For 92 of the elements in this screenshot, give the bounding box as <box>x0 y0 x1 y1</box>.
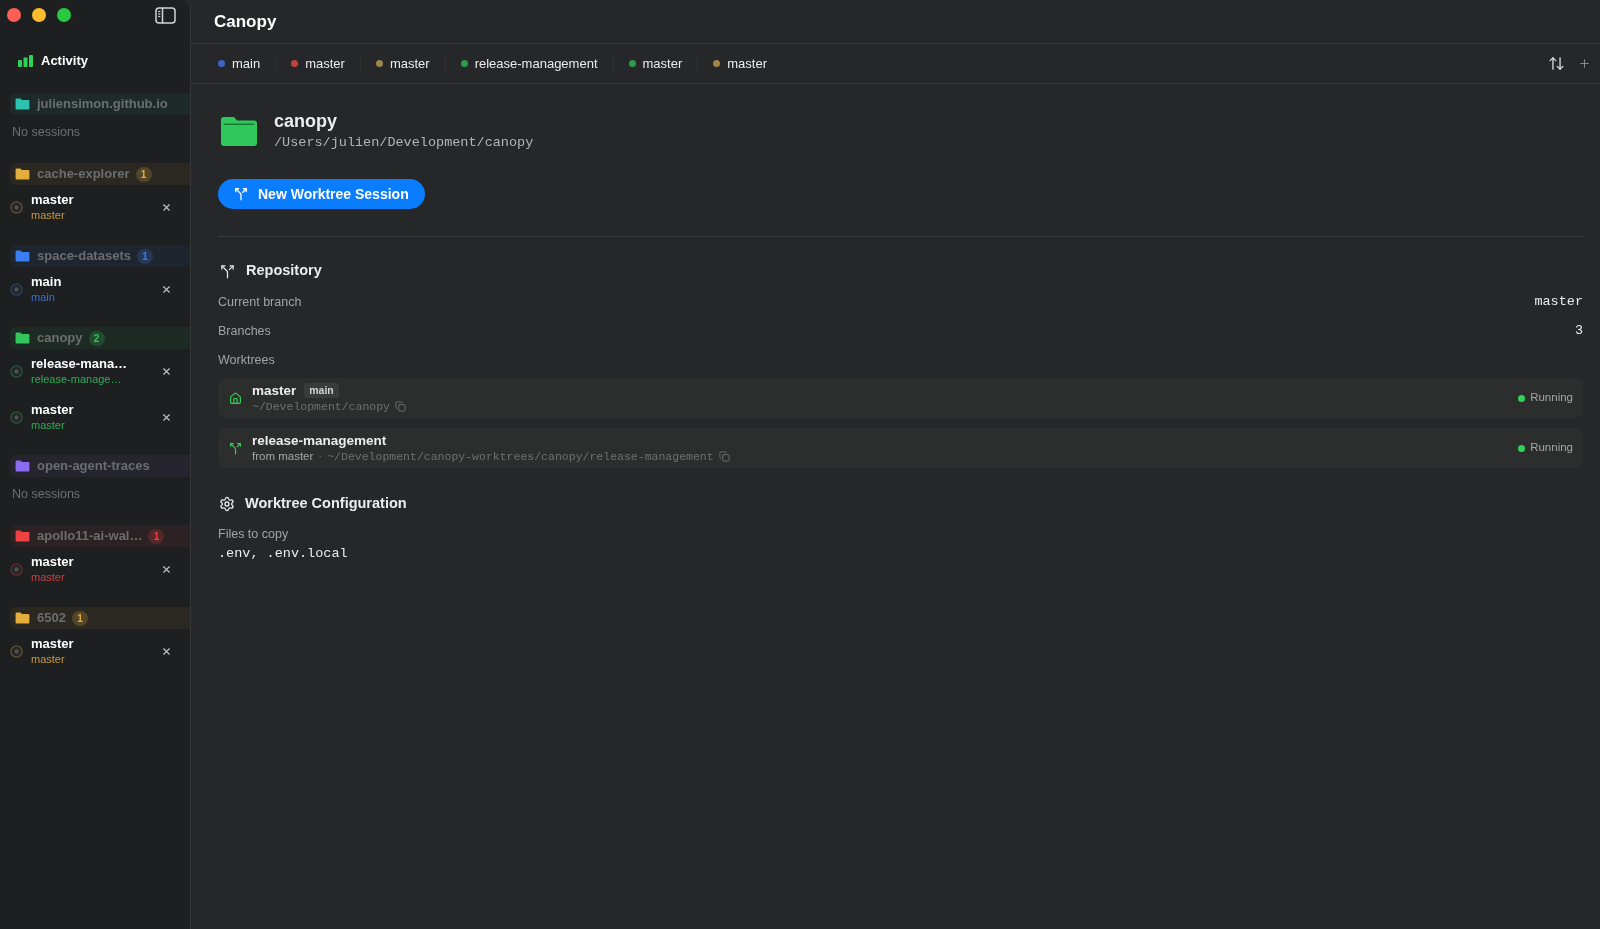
status-ring-icon <box>10 562 23 576</box>
worktree-path: ~/Development/canopy <box>252 398 391 415</box>
status-label: Running <box>1530 390 1573 406</box>
gear-icon <box>219 496 235 512</box>
source-branch: from master <box>252 448 314 464</box>
worktree-name: release-management <box>252 432 387 449</box>
status-ring-icon <box>10 644 23 658</box>
project-name: canopy <box>274 110 339 132</box>
branch-tab[interactable]: release-management <box>444 53 613 74</box>
session-branch: release-manage… <box>31 371 123 387</box>
close-button[interactable] <box>160 563 172 575</box>
session-title[interactable]: master <box>31 635 74 652</box>
close-button[interactable] <box>160 365 172 377</box>
branch-tab[interactable]: master <box>612 53 698 74</box>
plus-icon <box>1577 57 1591 70</box>
fork-arrows-icon <box>220 263 235 279</box>
session-count: 1 <box>135 166 152 182</box>
session-count: 1 <box>148 528 165 544</box>
window-zoom-button[interactable] <box>57 8 71 22</box>
session-branch: master <box>31 417 66 433</box>
project-path: /Users/julien/Development/canopy <box>274 134 534 152</box>
separator-dot: · <box>318 448 323 464</box>
fork-arrows-icon <box>229 441 242 455</box>
info-label: Branches <box>218 323 271 341</box>
sidebar-toggle-button[interactable] <box>155 6 176 24</box>
worktree-name: master <box>252 382 297 399</box>
session-title[interactable]: main <box>31 273 62 290</box>
close-icon <box>160 411 172 423</box>
session-title[interactable]: master <box>31 401 74 418</box>
session-count: 1 <box>136 248 153 264</box>
close-button[interactable] <box>160 283 172 295</box>
project-name: 6502 <box>37 609 66 628</box>
close-button[interactable] <box>160 411 172 423</box>
info-value: master <box>1534 293 1583 312</box>
session-branch: master <box>31 569 66 585</box>
project-name: apollo11-ai-wal… <box>37 527 143 546</box>
session-count: 1 <box>71 610 88 626</box>
activity-item[interactable]: Activity <box>0 50 190 72</box>
session-branch: master <box>31 651 66 667</box>
close-button[interactable] <box>160 201 172 213</box>
branch-tab[interactable]: master <box>359 53 445 74</box>
info-label: Current branch <box>218 294 302 312</box>
session-branch: main <box>31 289 56 305</box>
home-icon <box>229 391 242 405</box>
worktree-tag: main <box>304 383 339 398</box>
worktree-path: ~/Development/canopy-worktrees/canopy/release-management <box>327 448 714 465</box>
empty-note: No sessions <box>12 124 82 141</box>
close-icon <box>160 201 172 213</box>
project-name: juliensimon.github.io <box>37 95 168 114</box>
session-title[interactable]: master <box>31 191 74 208</box>
worktree-row[interactable]: master main ~/Development/canopy Running <box>218 378 1583 418</box>
branch-tab[interactable]: master <box>697 53 782 74</box>
sort-arrows-icon <box>1547 55 1565 72</box>
config-value: .env, .env.local <box>218 545 348 563</box>
project-name: canopy <box>37 329 83 348</box>
window-close-button[interactable] <box>7 8 21 22</box>
session-title[interactable]: release-mana… <box>31 355 128 372</box>
worktree-row[interactable]: release-management from master · ~/Development/canopy-worktrees/canopy/release-management Running <box>218 428 1583 468</box>
sidebar-toggle-icon <box>155 6 176 24</box>
project-name: cache-explorer <box>37 165 130 184</box>
close-icon <box>160 283 172 295</box>
project-header[interactable]: 6502 1 <box>10 607 190 629</box>
section-title: Worktree Configuration <box>245 494 407 514</box>
close-icon <box>160 563 172 575</box>
close-icon <box>160 365 172 377</box>
project-name: open-agent-traces <box>37 457 150 476</box>
empty-note: No sessions <box>12 486 82 503</box>
new-worktree-session-button[interactable]: New Worktree Session <box>218 179 425 209</box>
status-ring-icon <box>10 200 23 214</box>
project-header[interactable]: cache-explorer 1 <box>10 163 190 185</box>
session-title[interactable]: master <box>31 553 74 570</box>
info-value: 3 <box>1574 322 1583 341</box>
branch-tab[interactable]: master <box>275 53 360 74</box>
session-branch: master <box>31 207 66 223</box>
config-label: Files to copy <box>218 526 289 543</box>
section-title: Repository <box>246 261 322 281</box>
info-label: Worktrees <box>218 352 275 370</box>
window-minimize-button[interactable] <box>32 8 46 22</box>
project-name: space-datasets <box>37 247 131 266</box>
project-header[interactable]: canopy 2 <box>10 327 190 349</box>
branch-tab[interactable]: main <box>203 53 276 74</box>
window-title: Canopy <box>214 10 277 33</box>
bar-chart-icon <box>18 55 33 67</box>
folder-icon <box>221 117 257 146</box>
status-label: Running <box>1530 440 1573 456</box>
fork-arrows-icon <box>234 187 248 201</box>
status-ring-icon <box>10 364 23 378</box>
close-button[interactable] <box>160 645 172 657</box>
session-count: 2 <box>88 330 105 346</box>
status-ring-icon <box>10 282 23 296</box>
close-icon <box>160 645 172 657</box>
status-ring-icon <box>10 410 23 424</box>
